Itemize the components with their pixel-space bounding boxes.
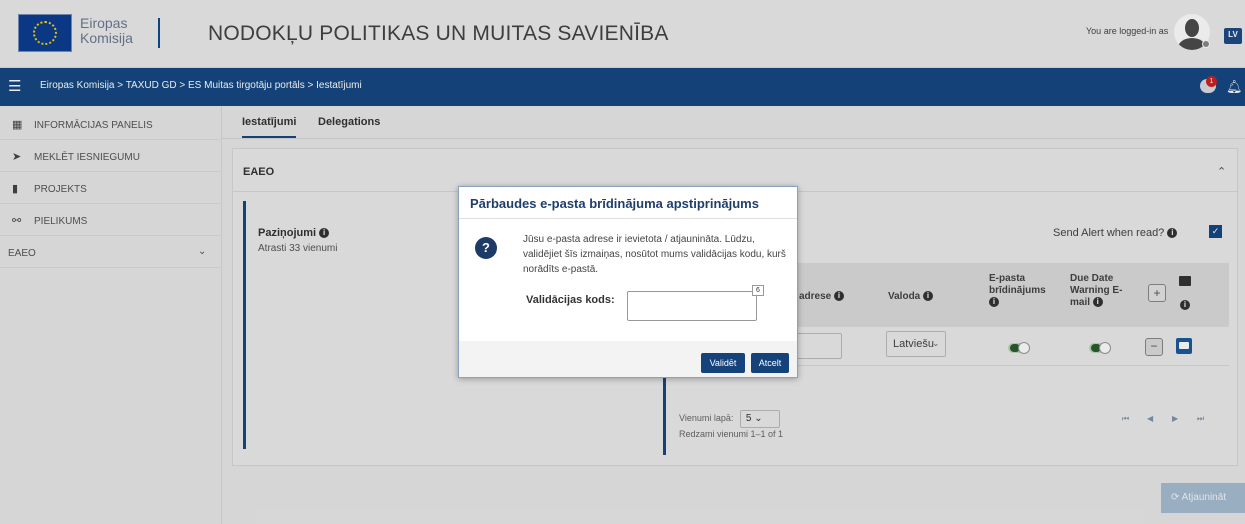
validation-code-label: Validācijas kods:	[526, 294, 615, 306]
dialog-divider	[459, 218, 797, 219]
validation-dialog: Pārbaudes e-pasta brīdinājuma apstiprinā…	[458, 186, 798, 378]
dialog-title: Pārbaudes e-pasta brīdinājuma apstiprinā…	[470, 196, 759, 211]
cancel-button[interactable]: Atcelt	[751, 353, 789, 373]
question-icon: ?	[475, 237, 497, 259]
character-counter: 6	[752, 285, 764, 296]
dialog-footer: Validēt Atcelt	[459, 341, 797, 377]
validate-button[interactable]: Validēt	[701, 353, 745, 373]
dialog-message: Jūsu e-pasta adrese ir ievietota / atjau…	[523, 234, 786, 275]
validation-code-input[interactable]	[627, 291, 757, 321]
